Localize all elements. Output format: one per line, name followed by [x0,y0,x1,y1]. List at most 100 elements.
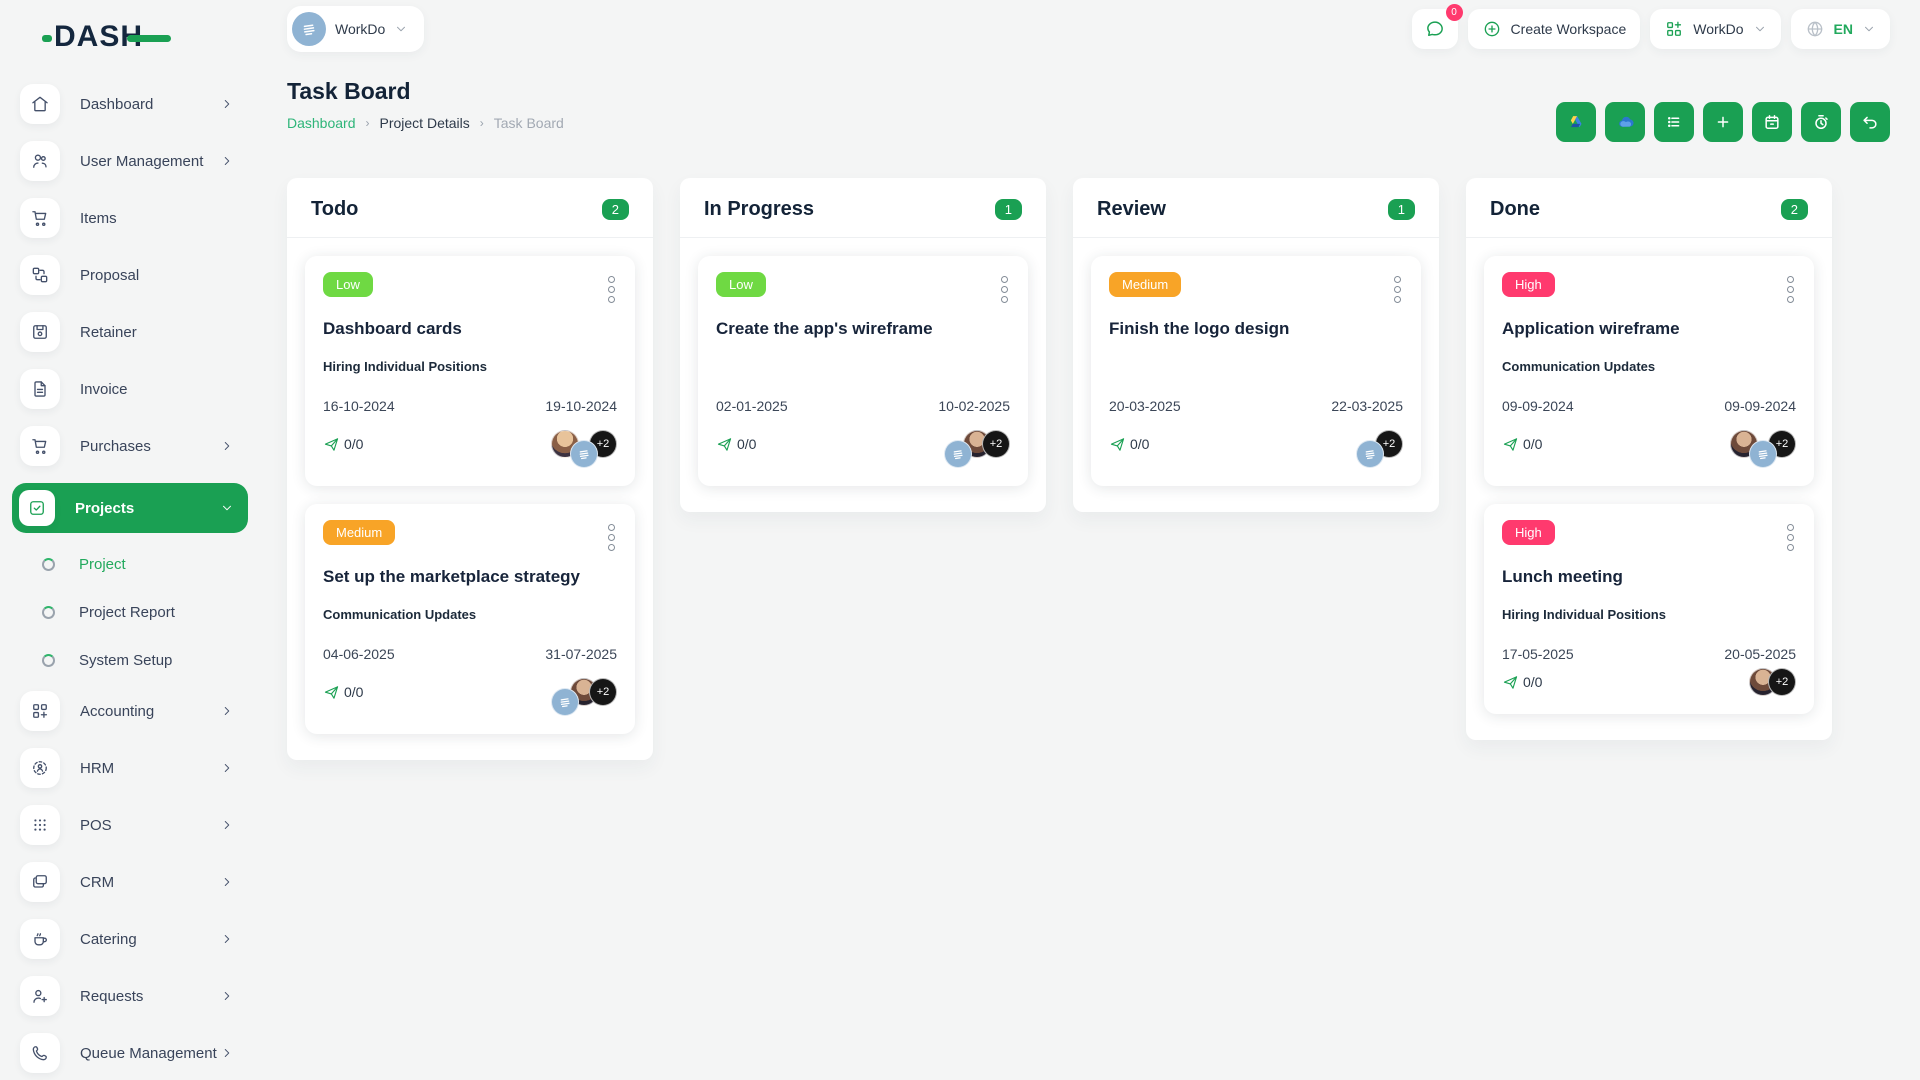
column-review: Review 1 Medium Finish the logo design 2… [1073,178,1439,512]
task-start-date: 09-09-2024 [1502,398,1574,414]
sidebar-subitem-system-setup[interactable]: System Setup [42,643,262,677]
task-start-date: 02-01-2025 [716,398,788,414]
calendar-button[interactable] [1752,102,1792,142]
chevron-right-icon [224,878,230,886]
task-end-date: 22-03-2025 [1331,398,1403,414]
workspace-selector[interactable]: WorkDo [287,6,425,52]
task-milestone [1109,359,1403,374]
onedrive-button[interactable] [1605,102,1645,142]
task-title[interactable]: Lunch meeting [1502,567,1796,587]
avatar-more-button[interactable]: +2 [982,430,1010,458]
chevron-right-icon [224,707,230,715]
windows-icon [33,875,47,888]
sidebar-item-hrm[interactable]: HRM [12,748,248,788]
subtask-progress: 0/0 [1502,436,1542,453]
avatar-workspace [944,440,972,468]
undo-button[interactable] [1850,102,1890,142]
sidebar-item-label: User Management [80,152,204,170]
sidebar-item-proposal[interactable]: Proposal [12,255,248,295]
sidebar-item-requests[interactable]: Requests [12,976,248,1016]
avatar-more-button[interactable]: +2 [589,678,617,706]
task-milestone: Hiring Individual Positions [1502,607,1666,622]
task-milestone: Hiring Individual Positions [323,359,487,374]
language-selector[interactable]: EN [1790,9,1890,49]
sidebar-item-invoice[interactable]: Invoice [12,369,248,409]
task-title[interactable]: Set up the marketplace strategy [323,567,617,587]
sidebar-item-label: Items [80,209,117,227]
calendar-icon [1765,115,1779,129]
priority-badge: Medium [1109,272,1182,297]
card-menu-button[interactable] [606,272,617,307]
sidebar: DASH Dashboard User Management Items Pro… [0,0,262,1080]
sidebar-subitem-project[interactable]: Project [42,547,262,581]
sidebar-item-label: POS [80,816,112,834]
card-menu-button[interactable] [606,520,617,555]
messages-button[interactable]: 0 [1411,4,1463,49]
card-menu-button[interactable] [1785,520,1796,555]
task-title[interactable]: Finish the logo design [1109,319,1403,339]
bullet-icon [42,653,55,667]
card-menu-button[interactable] [1785,272,1796,307]
send-icon [1503,437,1518,451]
chevron-right-icon [224,821,230,829]
task-start-date: 20-03-2025 [1109,398,1181,414]
app-menu-button[interactable]: WorkDo [1650,9,1781,49]
check-square-icon [30,501,44,515]
save-icon [33,325,47,339]
card-menu-button[interactable] [1392,272,1403,307]
column-todo: Todo 2 Low Dashboard cards Hiring Indivi… [287,178,653,760]
breadcrumb-dashboard[interactable]: Dashboard [287,115,356,131]
sidebar-item-catering[interactable]: Catering [12,919,248,959]
cart-icon [32,211,47,227]
google-drive-button[interactable] [1556,102,1596,142]
task-title[interactable]: Application wireframe [1502,319,1796,339]
create-workspace-button[interactable]: Create Workspace [1467,9,1641,49]
timer-button[interactable] [1801,102,1841,142]
assignee-avatars: +2 [1730,420,1796,468]
breadcrumb-project-details[interactable]: Project Details [380,115,470,131]
priority-badge: Low [716,272,766,297]
create-workspace-label: Create Workspace [1510,21,1627,37]
person-target-icon [33,761,47,775]
chevron-down-icon [397,26,406,32]
sidebar-item-pos[interactable]: POS [12,805,248,845]
board-toolbar [1556,102,1890,142]
add-task-button[interactable] [1703,102,1743,142]
app-logo[interactable]: DASH [42,20,262,54]
users-icon [33,154,47,168]
send-icon [717,437,732,451]
task-card[interactable]: High Application wireframe Communication… [1484,256,1814,486]
sidebar-item-crm[interactable]: CRM [12,862,248,902]
sidebar-item-purchases[interactable]: Purchases [12,426,248,466]
sidebar-item-projects[interactable]: Projects [12,483,248,533]
task-title[interactable]: Dashboard cards [323,319,617,339]
priority-badge: High [1502,520,1555,545]
sidebar-subitem-project-report[interactable]: Project Report [42,595,262,629]
task-card[interactable]: High Lunch meeting Hiring Individual Pos… [1484,504,1814,714]
chevron-right-icon [224,1049,230,1057]
list-view-button[interactable] [1654,102,1694,142]
sidebar-item-user-management[interactable]: User Management [12,141,248,181]
sidebar-item-accounting[interactable]: Accounting [12,691,248,731]
breadcrumb-current: Task Board [493,115,564,131]
task-card[interactable]: Medium Finish the logo design 20-03-2025… [1091,256,1421,486]
sidebar-item-dashboard[interactable]: Dashboard [12,84,248,124]
sidebar-item-queue-management[interactable]: Queue Management [12,1033,248,1073]
column-in-progress: In Progress 1 Low Create the app's wiref… [680,178,1046,512]
onedrive-icon [1619,116,1634,127]
sidebar-item-label: Dashboard [80,95,154,113]
plus-circle-icon [1484,21,1499,37]
priority-badge: Low [323,272,373,297]
task-card[interactable]: Low Dashboard cards Hiring Individual Po… [305,256,635,486]
task-card[interactable]: Medium Set up the marketplace strategy C… [305,504,635,734]
sidebar-item-label: CRM [80,873,115,891]
sidebar-item-items[interactable]: Items [12,198,248,238]
sidebar-item-retainer[interactable]: Retainer [12,312,248,352]
logo-accent-dot [42,35,52,42]
task-title[interactable]: Create the app's wireframe [716,319,1010,339]
task-card[interactable]: Low Create the app's wireframe 02-01-202… [698,256,1028,486]
card-menu-button[interactable] [999,272,1010,307]
priority-badge: Medium [323,520,396,545]
task-milestone: Communication Updates [1502,359,1656,374]
avatar-more-button[interactable]: +2 [1768,668,1796,696]
